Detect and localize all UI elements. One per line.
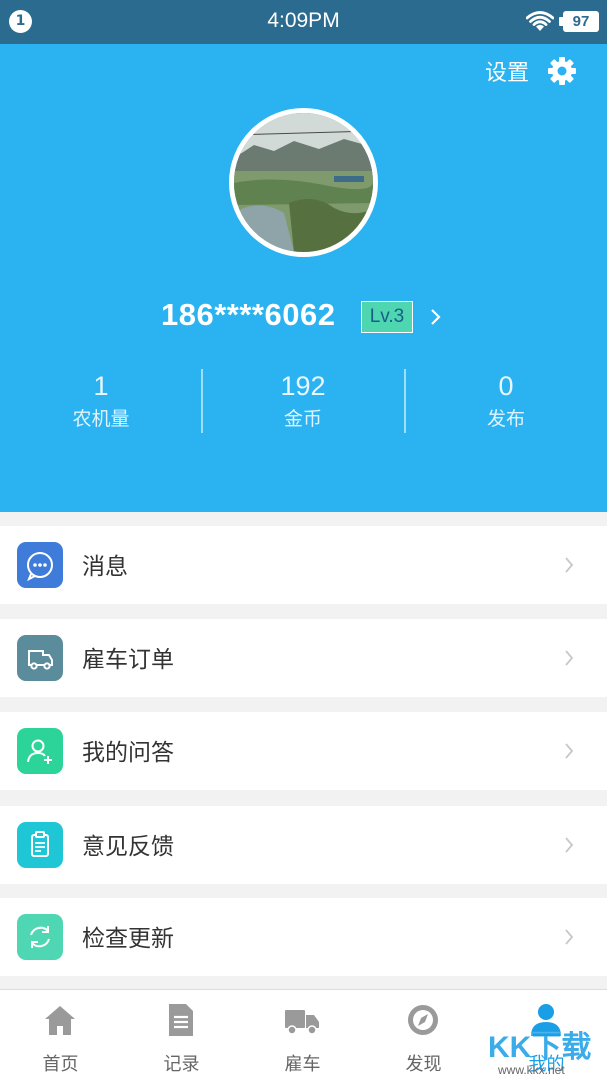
watermark-url: www.kkx.net <box>498 1063 565 1077</box>
stats-row: 1 农机量 192 金币 0 发布 <box>0 366 607 436</box>
document-icon <box>169 1004 193 1036</box>
stat-posts[interactable]: 0 发布 <box>405 366 607 432</box>
tab-records[interactable]: 记录 <box>121 990 242 1080</box>
menu-label: 检查更新 <box>82 926 174 952</box>
stat-label: 农机量 <box>72 408 130 430</box>
chevron-right-icon[interactable] <box>430 307 442 327</box>
level-badge: Lv.3 <box>361 301 413 333</box>
tab-discover[interactable]: 发现 <box>363 990 484 1080</box>
status-time: 4:09PM <box>267 9 340 32</box>
tab-hire[interactable]: 雇车 <box>242 990 363 1080</box>
chat-bubble-icon <box>17 542 63 588</box>
menu-label: 我的问答 <box>82 740 174 766</box>
stat-value: 0 <box>498 371 514 401</box>
settings-label[interactable]: 设置 <box>485 55 529 87</box>
wifi-icon <box>526 11 554 31</box>
stat-label: 金币 <box>283 408 322 430</box>
stat-value: 1 <box>93 371 109 401</box>
chevron-right-icon <box>565 650 574 666</box>
chevron-right-icon <box>565 557 574 573</box>
tab-label: 发现 <box>405 1054 442 1075</box>
menu-item-feedback[interactable]: 意见反馈 <box>0 806 607 884</box>
menu-item-update[interactable]: 检查更新 <box>0 898 607 976</box>
status-bar: 1 4:09PM 97 <box>0 0 607 44</box>
menu-item-qa[interactable]: 我的问答 <box>0 712 607 790</box>
profile-header: 设置 186****6062 Lv.3 1 农机量 192 金币 0 发布 <box>0 44 607 512</box>
tab-home[interactable]: 首页 <box>0 990 121 1080</box>
menu-label: 意见反馈 <box>82 834 174 860</box>
stat-value: 192 <box>280 371 326 401</box>
user-add-icon <box>17 728 63 774</box>
tab-label: 雇车 <box>284 1054 321 1075</box>
truck-icon <box>17 635 63 681</box>
stat-coins[interactable]: 192 金币 <box>202 366 404 432</box>
watermark-brand: KK下载 <box>488 1031 592 1064</box>
landscape-photo <box>234 113 373 252</box>
compass-icon <box>408 1005 438 1035</box>
menu-item-messages[interactable]: 消息 <box>0 526 607 604</box>
tab-label: 记录 <box>163 1054 200 1075</box>
chevron-right-icon <box>565 743 574 759</box>
home-icon <box>45 1006 75 1035</box>
username: 186****6062 <box>161 297 336 332</box>
clipboard-icon <box>17 822 63 868</box>
tab-label: 首页 <box>42 1054 79 1075</box>
stat-label: 发布 <box>486 408 525 430</box>
chevron-right-icon <box>565 837 574 853</box>
refresh-icon <box>17 914 63 960</box>
menu-label: 消息 <box>82 554 128 580</box>
truck-icon <box>285 1010 319 1035</box>
chevron-right-icon <box>565 929 574 945</box>
watermark: KK下载 www.kkx.net <box>488 1020 607 1080</box>
gear-icon[interactable] <box>547 56 577 86</box>
battery-indicator: 97 <box>559 11 599 32</box>
menu-label: 雇车订单 <box>82 647 174 673</box>
menu-item-orders[interactable]: 雇车订单 <box>0 619 607 697</box>
stat-machines[interactable]: 1 农机量 <box>0 366 202 432</box>
avatar[interactable] <box>229 108 378 257</box>
